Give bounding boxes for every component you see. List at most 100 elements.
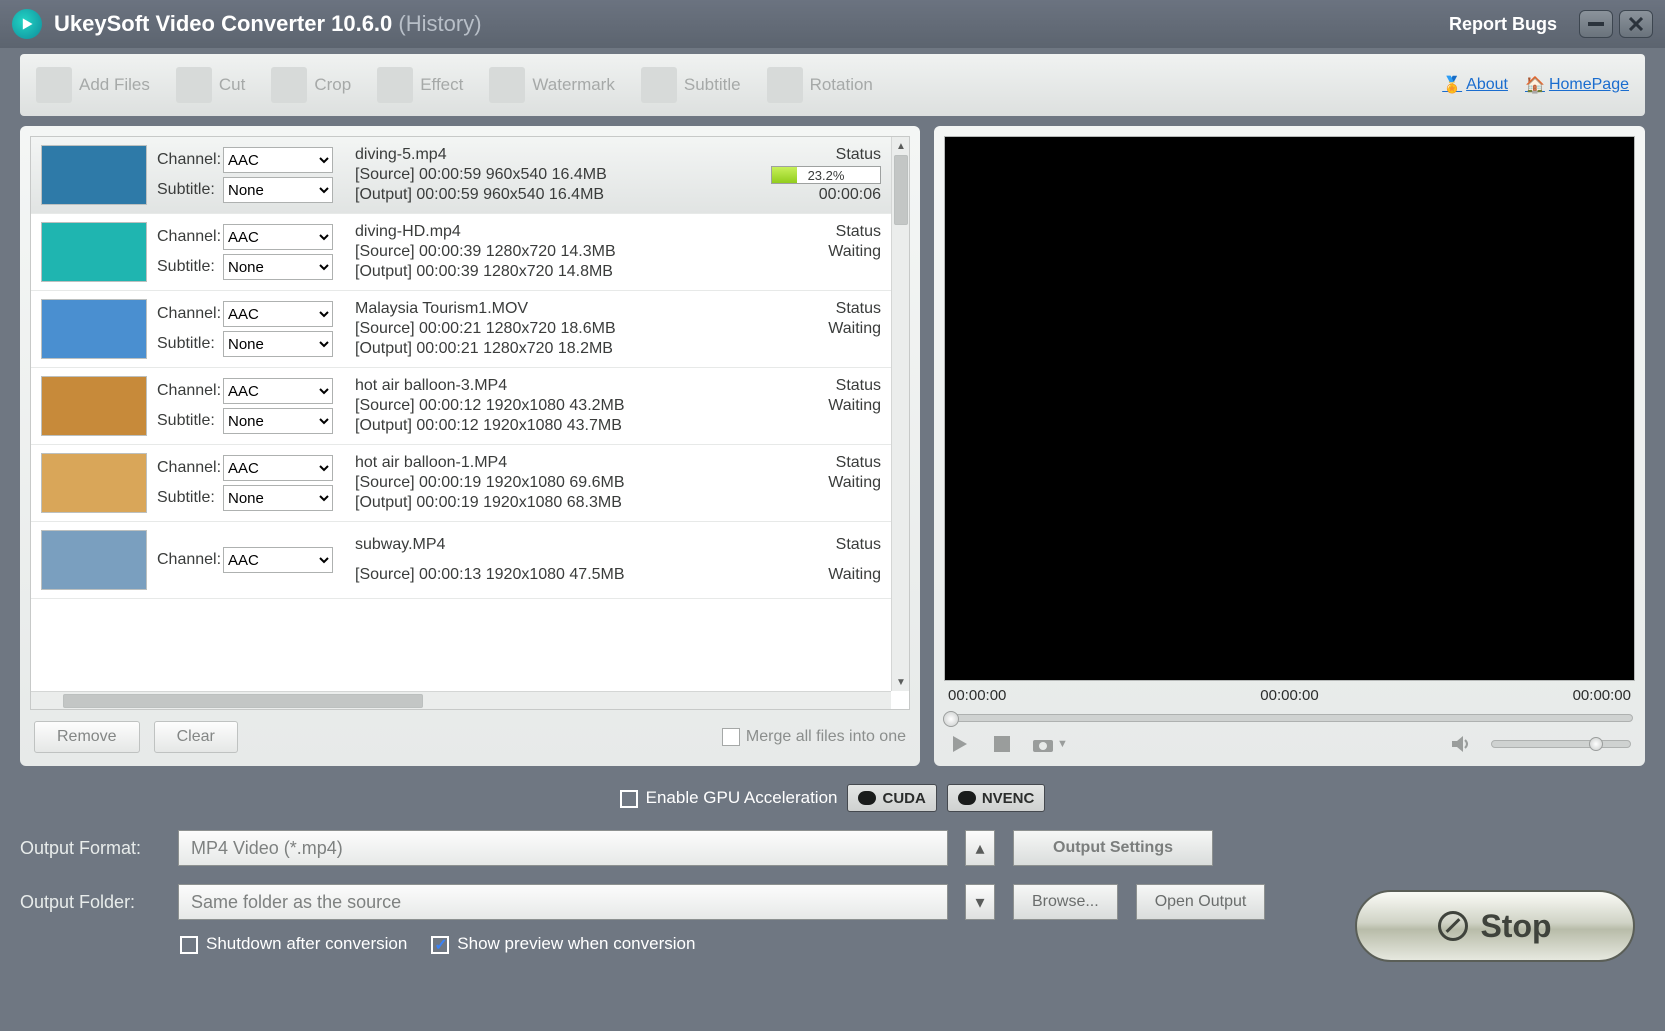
open-output-button[interactable]: Open Output [1136,884,1266,920]
file-name: hot air balloon-3.MP4 [355,377,751,395]
file-row[interactable]: Channel:AACSubtitle:Nonehot air balloon-… [31,445,891,522]
output-folder-field[interactable]: Same folder as the source [178,884,948,920]
subtitle-icon [641,67,677,103]
toolbar-rotation[interactable]: Rotation [767,67,873,103]
volume-knob[interactable] [1589,737,1603,751]
channel-select[interactable]: AAC [223,301,333,327]
subtitle-select[interactable]: None [223,485,333,511]
crop-icon [271,67,307,103]
channel-select[interactable]: AAC [223,147,333,173]
output-settings-button[interactable]: Output Settings [1013,830,1213,866]
file-row[interactable]: Channel:AACSubtitle:Nonediving-HD.mp4[So… [31,214,891,291]
effect-icon [377,67,413,103]
stop-icon[interactable] [990,732,1014,756]
channel-select[interactable]: AAC [223,547,333,573]
app-logo [12,9,42,39]
time-end: 00:00:00 [1573,687,1631,704]
file-list-panel: Channel:AACSubtitle:Nonediving-5.mp4[Sou… [20,126,920,766]
close-button[interactable] [1619,10,1653,38]
app-title: UkeySoft Video Converter 10.6.0 (History… [54,11,482,37]
titlebar: UkeySoft Video Converter 10.6.0 (History… [0,0,1665,48]
homepage-link[interactable]: 🏠HomePage [1526,76,1629,94]
remove-button[interactable]: Remove [34,721,140,753]
channel-select[interactable]: AAC [223,224,333,250]
subtitle-select[interactable]: None [223,254,333,280]
cuda-badge: CUDA [847,784,936,812]
stop-button[interactable]: Stop [1355,890,1635,962]
file-name: subway.MP4 [355,536,751,554]
subtitle-select[interactable]: None [223,331,333,357]
video-thumbnail [41,145,147,205]
format-dropdown-icon[interactable]: ▴ [965,830,995,866]
volume-slider[interactable] [1491,740,1631,748]
file-row[interactable]: Channel:AACsubway.MP4[Source] 00:00:13 1… [31,522,891,599]
progress-bar: 23.2% [771,166,881,184]
browse-button[interactable]: Browse... [1013,884,1118,920]
toolbar-watermark[interactable]: Watermark [489,67,615,103]
channel-select[interactable]: AAC [223,455,333,481]
file-name: Malaysia Tourism1.MOV [355,300,751,318]
folder-dropdown-icon[interactable]: ▾ [965,884,995,920]
nvidia-eye-icon [858,791,876,805]
play-icon[interactable] [948,732,972,756]
preview-checkbox[interactable]: Show preview when conversion [431,934,695,954]
file-row[interactable]: Channel:AACSubtitle:Nonediving-5.mp4[Sou… [31,137,891,214]
scrollbar-thumb[interactable] [894,155,908,225]
channel-select[interactable]: AAC [223,378,333,404]
subtitle-select[interactable]: None [223,177,333,203]
video-thumbnail [41,453,147,513]
watermark-icon [489,67,525,103]
vertical-scrollbar[interactable]: ▲ ▼ [891,137,909,691]
toolbar-cut[interactable]: Cut [176,67,245,103]
nvidia-eye-icon [958,791,976,805]
time-start: 00:00:00 [948,687,1006,704]
clear-button[interactable]: Clear [154,721,238,753]
snapshot-icon[interactable]: ▼ [1032,732,1068,756]
video-thumbnail [41,530,147,590]
file-name: hot air balloon-1.MP4 [355,454,751,472]
source-info: [Source] 00:00:12 1920x1080 43.2MB [355,397,751,415]
merge-checkbox[interactable]: Merge all files into one [722,728,906,746]
seek-slider[interactable] [946,714,1633,722]
home-icon: 🏠 [1526,76,1544,94]
file-name: diving-5.mp4 [355,146,751,164]
output-info: [Output] 00:00:59 960x540 16.4MB [355,186,751,204]
toolbar-effect[interactable]: Effect [377,67,463,103]
output-format-label: Output Format: [20,838,160,859]
report-bugs-link[interactable]: Report Bugs [1449,14,1557,35]
output-info: [Output] 00:00:19 1920x1080 68.3MB [355,494,751,512]
toolbar-add-files[interactable]: Add Files [36,67,150,103]
output-info: [Output] 00:00:39 1280x720 14.8MB [355,263,751,281]
cancel-icon [1438,911,1468,941]
scroll-down-icon[interactable]: ▼ [892,673,910,691]
file-row[interactable]: Channel:AACSubtitle:NoneMalaysia Tourism… [31,291,891,368]
source-info: [Source] 00:00:13 1920x1080 47.5MB [355,566,751,584]
file-row[interactable]: Channel:AACSubtitle:Nonehot air balloon-… [31,368,891,445]
nvenc-badge: NVENC [947,784,1046,812]
about-link[interactable]: 🏅About [1443,76,1508,94]
toolbar-subtitle[interactable]: Subtitle [641,67,741,103]
scroll-up-icon[interactable]: ▲ [892,137,910,155]
source-info: [Source] 00:00:59 960x540 16.4MB [355,166,751,184]
preview-panel: 00:00:00 00:00:00 00:00:00 ▼ [934,126,1645,766]
volume-icon[interactable] [1449,732,1473,756]
source-info: [Source] 00:00:39 1280x720 14.3MB [355,243,751,261]
time-mid: 00:00:00 [1260,687,1318,704]
add-files-icon [36,67,72,103]
output-info: [Output] 00:00:21 1280x720 18.2MB [355,340,751,358]
source-info: [Source] 00:00:21 1280x720 18.6MB [355,320,751,338]
horizontal-scrollbar[interactable] [31,691,891,709]
seek-knob[interactable] [943,711,959,727]
video-thumbnail [41,376,147,436]
toolbar-crop[interactable]: Crop [271,67,351,103]
video-thumbnail [41,299,147,359]
output-format-field[interactable]: MP4 Video (*.mp4) [178,830,948,866]
file-name: diving-HD.mp4 [355,223,751,241]
subtitle-select[interactable]: None [223,408,333,434]
toolbar: Add Files Cut Crop Effect Watermark Subtitle R… [20,54,1645,116]
minimize-button[interactable] [1579,10,1613,38]
scrollbar-thumb[interactable] [63,694,423,708]
video-thumbnail [41,222,147,282]
shutdown-checkbox[interactable]: Shutdown after conversion [180,934,407,954]
gpu-checkbox[interactable]: Enable GPU Acceleration [620,788,838,808]
